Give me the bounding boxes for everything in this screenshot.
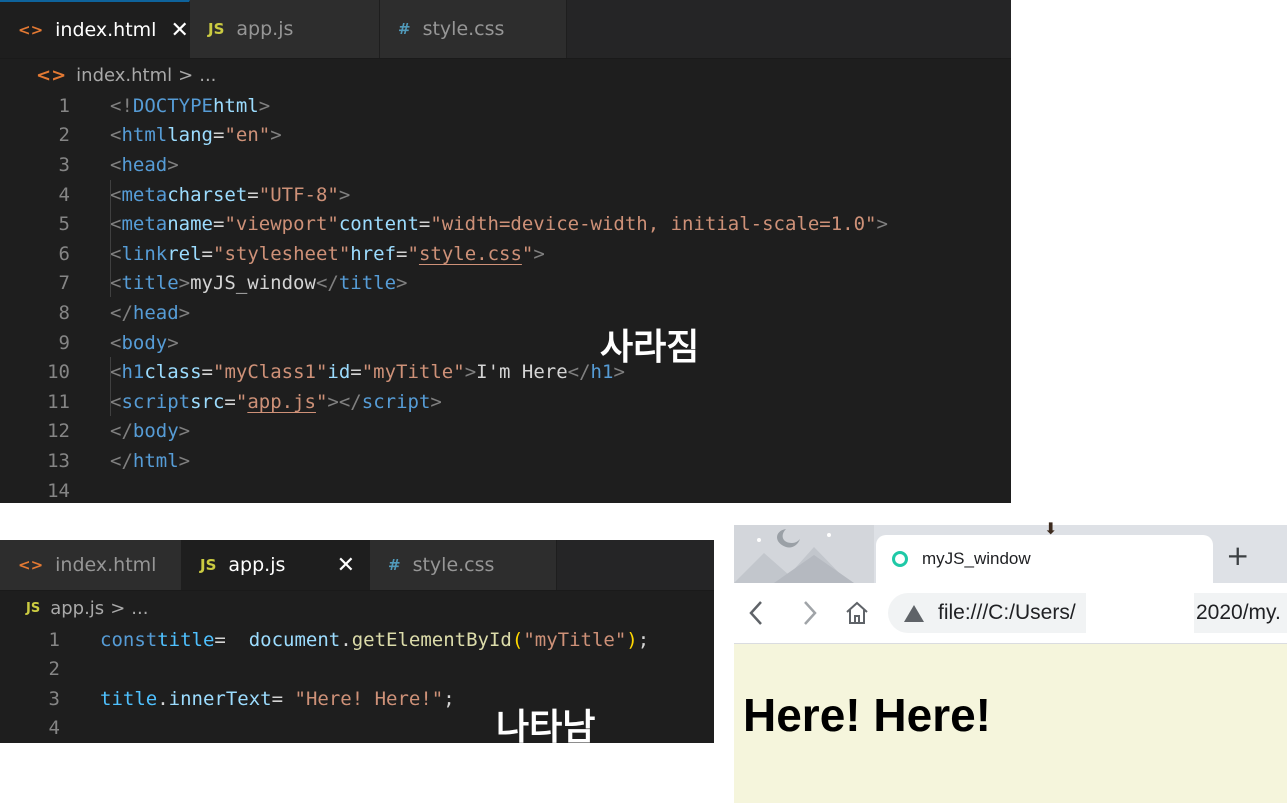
line-number: 2 [48,658,60,681]
line-number: 1 [58,94,70,117]
line-number: 1 [48,628,60,651]
code-line: 13 </html > [0,446,1011,476]
forward-arrow-icon[interactable] [798,600,820,626]
line-number: 3 [58,153,70,176]
loading-spinner-icon [892,551,908,567]
line-number: 12 [47,420,70,443]
tab-index-html[interactable]: <> index.html ✕ [0,0,190,58]
line-number: 7 [58,272,70,295]
code-line: 12 </body > [0,417,1011,447]
browser-tab-title: myJS_window [922,549,1031,568]
theme-decoration-icon [734,525,874,583]
line-number: 4 [48,717,60,740]
code-line: 4 [0,714,714,744]
code-line: 10 < h1 class = "myClass1" id = "myTitle" > I'm… [0,357,1011,387]
code-line: 9 < body > [0,328,1011,358]
line-number: 9 [58,331,70,354]
line-number: 6 [58,242,70,265]
not-secure-warning-icon [904,604,924,622]
tab-style-css[interactable]: # style.css [380,0,567,58]
css-file-icon: # [388,556,401,574]
breadcrumb-separator-icon: > [178,64,194,86]
code-line: 4 < meta charset = "UTF-8" > [0,180,1011,210]
tab-label: style.css [422,18,505,40]
tab-app-js[interactable]: JS app.js ✕ [182,540,370,590]
new-tab-button[interactable]: + [1226,539,1249,572]
indent-guide [110,357,111,416]
line-number: 5 [58,213,70,236]
code-area[interactable]: 1 <! DOCTYPE html > 2 < html lang = "en" > 3 < hea… [0,91,1011,503]
editor-tab-bar: <> index.html ✕ JS app.js # style.css [0,0,1011,59]
editor-index-html: <> index.html ✕ JS app.js # style.css <>… [0,0,1011,503]
close-icon[interactable]: ✕ [323,553,355,578]
tab-label: index.html [55,19,157,41]
indent-guide [110,180,111,297]
url-text: file:///C:/Users/ [938,601,1076,624]
breadcrumb: <> index.html > ... [0,59,1011,91]
line-number: 8 [58,301,70,324]
html-file-icon: <> [18,556,44,574]
tab-style-css[interactable]: # style.css [370,540,557,590]
code-area[interactable]: 1 const title = document. getElementById("… [0,625,714,743]
code-line: 7 < title > myJS_window </title > [0,269,1011,299]
mouse-cursor-icon: ⬇ [1044,519,1058,538]
breadcrumb: JS app.js > ... [0,591,714,625]
code-line: 2 < html lang = "en" > [0,121,1011,151]
code-line: 1 <! DOCTYPE html > [0,91,1011,121]
css-file-icon: # [398,20,411,38]
code-line: 2 [0,655,714,685]
code-line: 6 < link rel = "stylesheet" href = "style.css… [0,239,1011,269]
home-icon[interactable] [844,600,870,626]
tab-label: index.html [55,554,157,576]
code-line: 5 < meta name = "viewport" content = "width=d… [0,209,1011,239]
editor-tab-bar: <> index.html JS app.js ✕ # style.css [0,540,714,591]
browser-tab[interactable]: myJS_window [876,535,1213,583]
js-file-icon: JS [200,556,217,574]
code-line: 3 title. innerText = "Here! Here!"; [0,684,714,714]
line-number: 13 [47,449,70,472]
annotation-disappears: 사라짐 [600,327,700,368]
breadcrumb-more[interactable]: ... [131,598,148,619]
browser-tab-strip: myJS_window + [734,525,1287,583]
tab-label: style.css [412,554,495,576]
code-line: 14 [0,476,1011,503]
html-file-icon: <> [36,64,67,86]
code-line: 8 </head > [0,298,1011,328]
line-number: 11 [47,390,70,413]
annotation-appears: 나타남 [496,707,596,743]
address-bar[interactable]: file:///C:/Users/ 2020/my. [888,593,1287,633]
editor-app-js: <> index.html JS app.js ✕ # style.css JS… [0,540,714,743]
breadcrumb-file[interactable]: app.js [50,598,104,619]
line-number: 3 [48,687,60,710]
url-text-tail: 2020/my. [1196,601,1281,624]
code-line: 1 const title = document. getElementById("… [0,625,714,655]
tab-index-html[interactable]: <> index.html [0,540,182,590]
js-file-icon: JS [208,20,225,38]
browser-window: myJS_window + file:///C:/Users/ 2020/my.… [734,525,1287,803]
code-line: 11 < script src = "app.js" ></script > [0,387,1011,417]
line-number: 10 [47,361,70,384]
redacted-area [1086,593,1194,633]
close-icon[interactable]: ✕ [156,18,188,43]
line-number: 2 [58,124,70,147]
code-line: 3 < head > [0,150,1011,180]
page-content: Here! Here! [734,644,1287,742]
line-number: 4 [58,183,70,206]
line-number: 14 [47,479,70,502]
html-file-icon: <> [18,21,44,39]
browser-toolbar: file:///C:/Users/ 2020/my. [734,583,1287,644]
breadcrumb-separator-icon: > [110,597,126,619]
back-arrow-icon[interactable] [746,600,768,626]
tab-label: app.js [236,18,294,40]
page-heading: Here! Here! [743,689,991,741]
tab-label: app.js [228,554,286,576]
breadcrumb-more[interactable]: ... [199,65,216,86]
breadcrumb-file[interactable]: index.html [76,65,172,86]
js-file-icon: JS [26,600,41,616]
tab-app-js[interactable]: JS app.js [190,0,380,58]
